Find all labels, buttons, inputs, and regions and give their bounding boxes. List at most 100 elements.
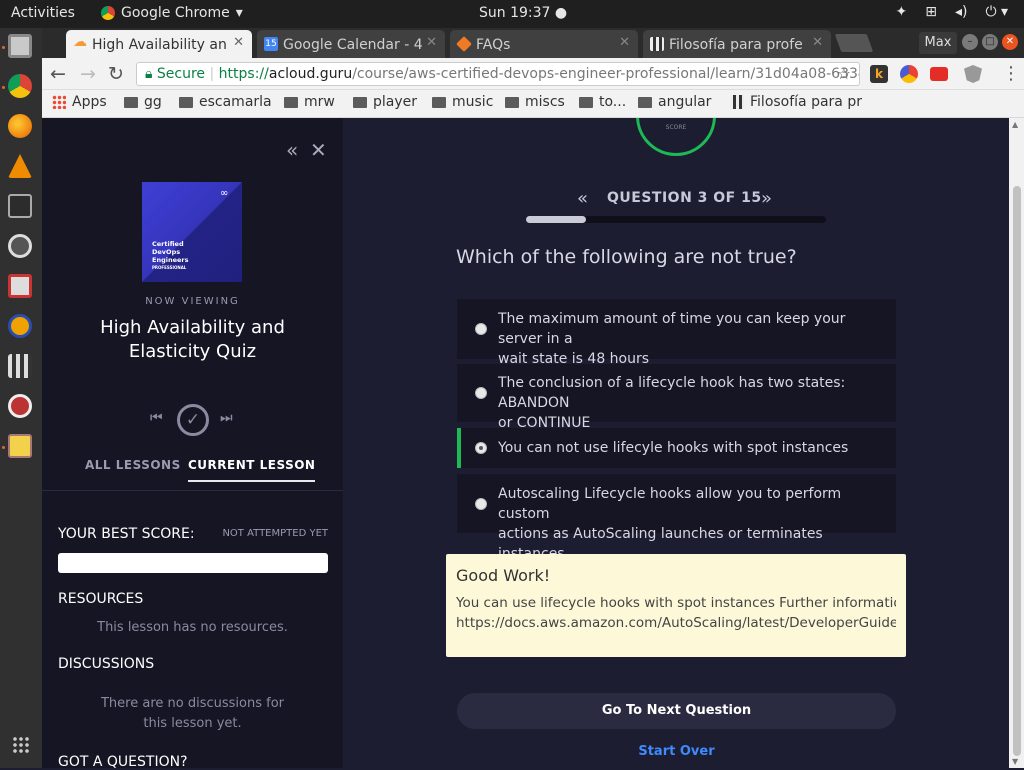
film-icon — [730, 95, 744, 109]
system-top-bar: Activities Google Chrome ▾ Sun 19:37 ● ✦… — [0, 0, 1024, 28]
apps-grid-icon — [52, 95, 66, 109]
bookmark-miscs[interactable]: miscs — [505, 94, 565, 110]
browser-tab-bar: ☁ High Availability an ✕ 15 Google Calen… — [42, 28, 1024, 58]
new-tab-button[interactable] — [834, 34, 874, 52]
question-counter: QUESTION 3 OF 15 — [607, 190, 762, 206]
folder-icon — [284, 96, 298, 108]
collapse-icon[interactable]: « — [286, 138, 298, 162]
tab-filosofia[interactable]: Filosofía para profe ✕ — [643, 30, 831, 58]
bookmark-gg[interactable]: gg — [124, 94, 162, 110]
bookmark-music[interactable]: music — [432, 94, 493, 110]
text-editor-icon[interactable] — [8, 434, 32, 458]
app-menu-label: Google Chrome — [121, 5, 230, 21]
maximize-icon[interactable]: □ — [982, 34, 998, 50]
terminal-icon[interactable] — [8, 194, 32, 218]
feedback-text: You can use lifecycle hooks with spot in… — [456, 595, 896, 631]
radio-button[interactable] — [475, 323, 487, 335]
files-icon[interactable] — [8, 34, 32, 58]
settings-icon[interactable] — [8, 394, 32, 418]
dropbox-icon[interactable]: ✦ — [895, 4, 907, 20]
next-question-icon[interactable]: » — [761, 188, 772, 209]
bookmarks-bar: Apps gg escamarla mrw player music miscs… — [42, 90, 1024, 118]
radio-button[interactable] — [475, 497, 487, 510]
tab-current-lesson[interactable]: CURRENT LESSON — [188, 458, 316, 482]
close-icon[interactable]: ✕ — [812, 35, 823, 50]
chrome-dock-icon[interactable] — [8, 74, 32, 98]
network-icon[interactable]: ⊞ — [925, 4, 937, 20]
scroll-up-icon[interactable]: ▲ — [1012, 120, 1018, 129]
start-over-link[interactable]: Start Over — [457, 744, 896, 759]
page-scrollbar[interactable]: ▲ ▼ — [1009, 118, 1024, 768]
reload-icon[interactable]: ↻ — [108, 63, 124, 85]
star-icon[interactable]: ☆ — [837, 64, 851, 83]
score-bar — [58, 553, 328, 573]
tab-high-availability[interactable]: ☁ High Availability an ✕ — [66, 30, 252, 58]
youtube-icon[interactable] — [930, 67, 948, 81]
forward-icon[interactable]: → — [80, 63, 96, 85]
previous-lesson-icon[interactable]: ⏮ — [150, 410, 163, 426]
clock[interactable]: Sun 19:37 ● — [479, 5, 567, 21]
bookmark-escamarla[interactable]: escamarla — [179, 94, 272, 110]
next-question-button[interactable]: Go To Next Question — [457, 693, 896, 729]
transmission-icon[interactable] — [8, 274, 32, 298]
question-progress-fill — [526, 216, 586, 223]
acloud-icon: ☁ — [73, 34, 87, 50]
radio-button-selected[interactable] — [475, 442, 487, 454]
tab-label: Google Calendar - 4 — [283, 37, 423, 53]
close-window-icon[interactable]: ✕ — [1002, 34, 1018, 50]
extension-color-icon[interactable] — [900, 65, 918, 83]
answer-option[interactable]: The maximum amount of time you can keep … — [457, 299, 896, 367]
menu-icon[interactable]: ⋮ — [1002, 63, 1020, 84]
resources-heading: RESOURCES — [58, 591, 144, 607]
shield-icon[interactable] — [964, 65, 982, 83]
bookmark-player[interactable]: player — [353, 94, 417, 110]
close-icon[interactable]: ✕ — [619, 35, 630, 50]
profile-button[interactable]: Max — [919, 32, 957, 54]
complete-check-icon[interactable]: ✓ — [177, 404, 209, 436]
bookmark-filosofia[interactable]: Filosofía para pr — [730, 94, 862, 110]
close-icon[interactable]: ✕ — [233, 35, 244, 50]
app-menu[interactable]: Google Chrome ▾ — [101, 5, 243, 21]
activities-button[interactable]: Activities — [11, 5, 75, 21]
back-icon[interactable]: ← — [50, 63, 66, 85]
vlc-icon[interactable] — [8, 154, 32, 178]
tab-faqs[interactable]: FAQs ✕ — [450, 30, 638, 58]
bookmark-to[interactable]: to... — [579, 94, 626, 110]
extension-k-icon[interactable]: k — [870, 65, 888, 83]
scroll-down-icon[interactable]: ▼ — [1012, 757, 1018, 766]
faqs-icon — [456, 36, 472, 52]
firefox-icon[interactable] — [8, 114, 32, 138]
bookmark-apps[interactable]: Apps — [52, 94, 107, 110]
bookmark-label: angular — [658, 94, 712, 110]
cheese-icon[interactable] — [8, 314, 32, 338]
power-icon[interactable]: ⏻ ▾ — [985, 4, 1008, 20]
previous-question-icon[interactable]: « — [577, 188, 588, 209]
address-bar[interactable]: 🔒︎ Secure | https://acloud.guru/course/a… — [136, 62, 860, 86]
discussions-empty-text: There are no discussions for this lesson… — [100, 696, 284, 731]
tab-label: High Availability an — [92, 37, 227, 53]
tab-google-calendar[interactable]: 15 Google Calendar - 4 ✕ — [257, 30, 445, 58]
bookmark-angular[interactable]: angular — [638, 94, 711, 110]
calendar-icon: 15 — [264, 37, 278, 51]
tab-label: Filosofía para profe — [669, 37, 803, 53]
scrollbar-thumb[interactable] — [1013, 186, 1021, 756]
radio-button[interactable] — [475, 387, 487, 399]
discussions-heading: DISCUSSIONS — [58, 656, 155, 672]
next-lesson-icon[interactable]: ⏭ — [220, 410, 233, 426]
video-editor-icon[interactable] — [8, 354, 32, 378]
answer-option[interactable]: Autoscaling Lifecycle hooks allow you to… — [457, 474, 896, 562]
lock-icon: 🔒︎ — [145, 66, 153, 82]
minimize-icon[interactable]: – — [962, 34, 978, 50]
volume-icon[interactable]: ◂) — [955, 4, 968, 20]
close-icon[interactable]: ✕ — [310, 138, 327, 162]
system-tray[interactable]: ✦ ⊞ ◂) ⏻ ▾ — [895, 4, 1008, 20]
tab-all-lessons[interactable]: ALL LESSONS — [85, 458, 181, 472]
close-icon[interactable]: ✕ — [426, 35, 437, 50]
bookmark-mrw[interactable]: mrw — [284, 94, 335, 110]
folder-icon — [638, 96, 652, 108]
software-icon[interactable] — [8, 234, 32, 258]
answer-option-selected[interactable]: You can not use lifecyle hooks with spot… — [457, 428, 896, 468]
answer-option[interactable]: The conclusion of a lifecycle hook has t… — [457, 364, 896, 431]
folder-icon — [124, 96, 138, 108]
show-apps-icon[interactable] — [12, 736, 30, 754]
